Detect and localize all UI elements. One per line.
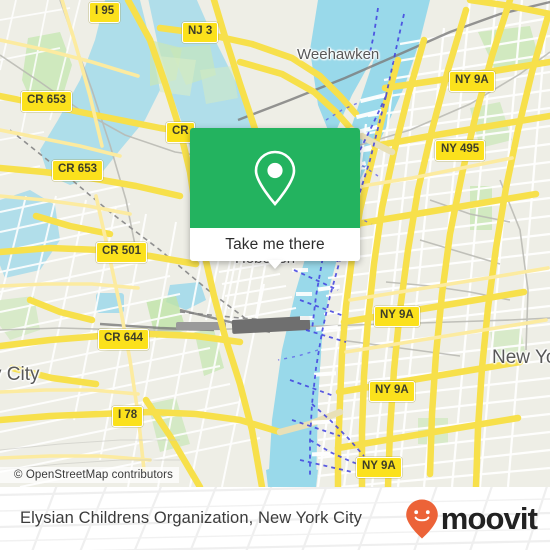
footer-bar: Elysian Childrens Organization, New York… [0,487,550,550]
moovit-wordmark: moovit [440,501,538,536]
map-canvas[interactable]: Weehawken Hoboken y City New Yo I 95 NJ … [0,0,550,487]
popup-card-header [190,128,360,228]
moovit-pin-icon [405,499,438,538]
take-me-there-label: Take me there [225,235,325,253]
location-popup-card[interactable]: Take me there [190,128,360,269]
map-pin-icon [254,150,296,206]
page-title: Elysian Childrens Organization, New York… [20,509,362,527]
moovit-logo[interactable]: moovit [404,498,538,540]
popup-pointer-tail [267,260,283,269]
moovit-location-screenshot: Weehawken Hoboken y City New Yo I 95 NJ … [0,0,550,550]
take-me-there-button[interactable]: Take me there [190,228,360,269]
